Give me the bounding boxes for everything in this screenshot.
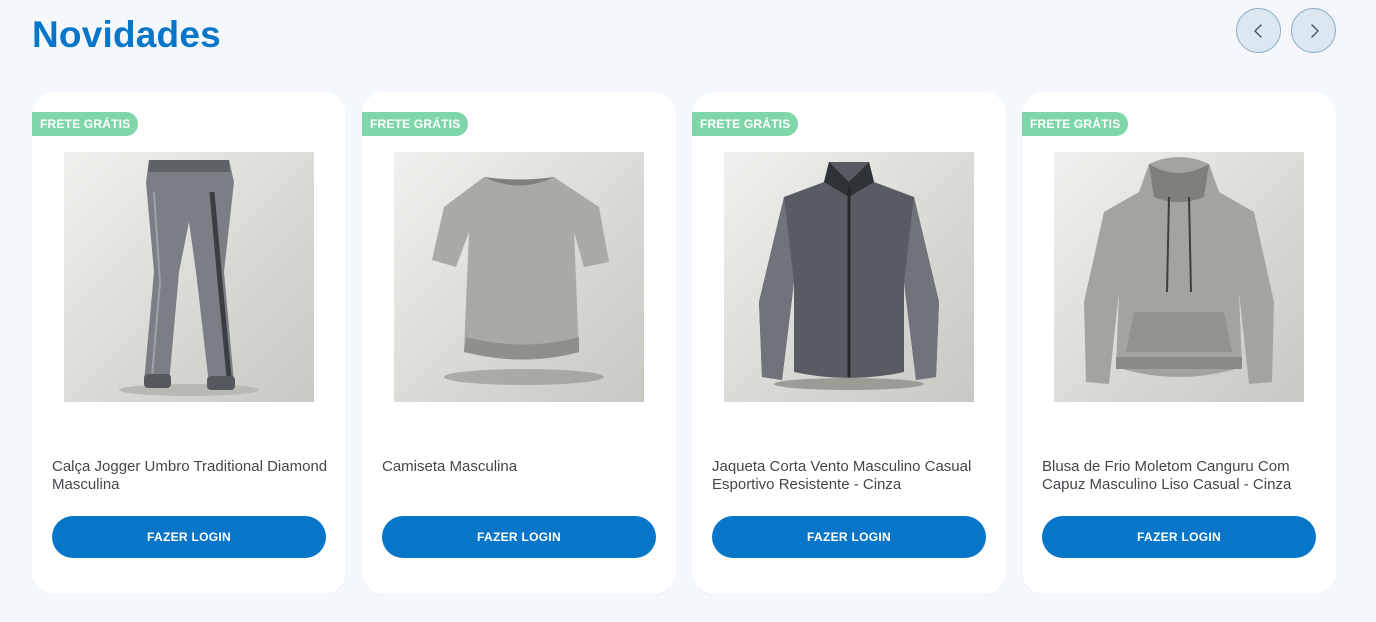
free-shipping-badge: FRETE GRÁTIS [32, 112, 138, 136]
carousel-prev-button[interactable] [1236, 8, 1281, 53]
product-name[interactable]: Jaqueta Corta Vento Masculino Casual Esp… [712, 458, 988, 494]
carousel-next-button[interactable] [1291, 8, 1336, 53]
login-button[interactable]: FAZER LOGIN [712, 516, 986, 558]
chevron-right-icon [1310, 23, 1319, 38]
product-card[interactable]: FRETE GRÁTIS Camiseta Masculina FAZER LO… [362, 92, 676, 594]
login-button[interactable]: FAZER LOGIN [382, 516, 656, 558]
product-name[interactable]: Camiseta Masculina [382, 458, 658, 476]
section-title: Novidades [32, 14, 221, 55]
free-shipping-badge: FRETE GRÁTIS [692, 112, 798, 136]
product-name[interactable]: Blusa de Frio Moletom Canguru Com Capuz … [1042, 458, 1318, 494]
zip-jacket-image[interactable] [724, 152, 974, 402]
t-shirt-image[interactable] [394, 152, 644, 402]
chevron-left-icon [1253, 23, 1262, 38]
product-card[interactable]: FRETE GRÁTIS Calça Jogger Umbro Traditio… [32, 92, 346, 594]
hoodie-image[interactable] [1054, 152, 1304, 402]
login-button[interactable]: FAZER LOGIN [52, 516, 326, 558]
free-shipping-badge: FRETE GRÁTIS [1022, 112, 1128, 136]
jogger-pants-image[interactable] [64, 152, 314, 402]
product-card[interactable]: FRETE GRÁTIS Jaqueta Corta Vento Masculi… [692, 92, 1006, 594]
product-name[interactable]: Calça Jogger Umbro Traditional Diamond M… [52, 458, 328, 494]
free-shipping-badge: FRETE GRÁTIS [362, 112, 468, 136]
login-button[interactable]: FAZER LOGIN [1042, 516, 1316, 558]
product-card[interactable]: FRETE GRÁTIS Blusa de Frio Moletom Cangu… [1022, 92, 1336, 594]
product-carousel: FRETE GRÁTIS Calça Jogger Umbro Traditio… [32, 92, 1336, 594]
